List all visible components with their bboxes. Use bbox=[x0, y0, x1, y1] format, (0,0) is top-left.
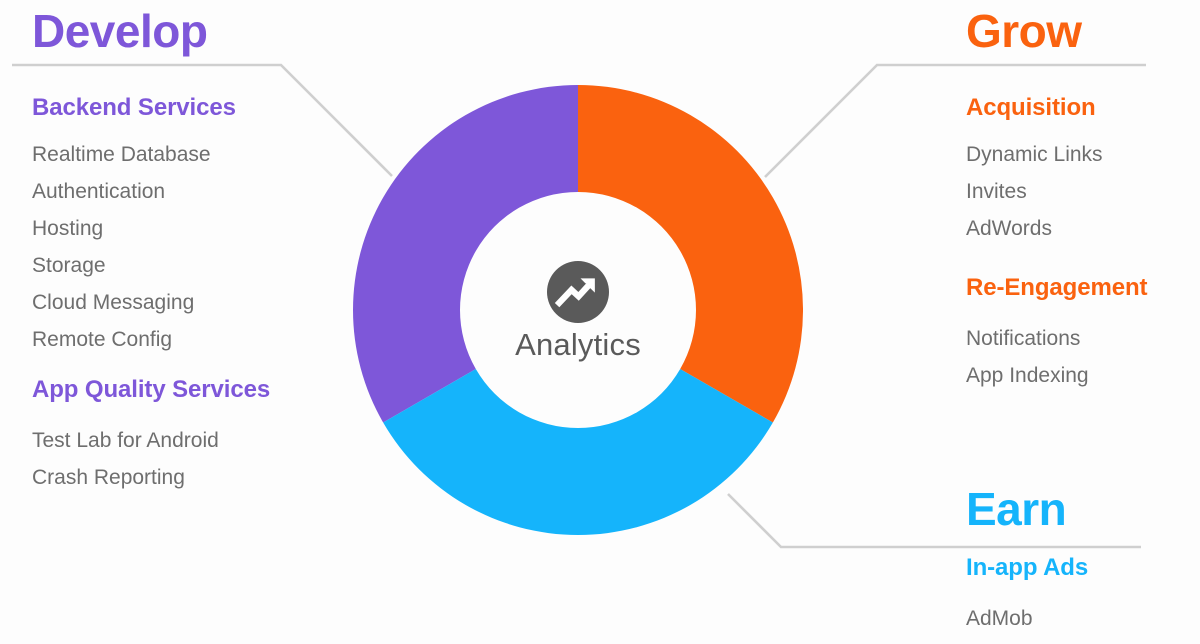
list-item[interactable]: Crash Reporting bbox=[32, 459, 219, 496]
app-quality-services-list: Test Lab for Android Crash Reporting bbox=[32, 422, 219, 496]
list-item[interactable]: Invites bbox=[966, 173, 1103, 210]
list-item[interactable]: Storage bbox=[32, 247, 211, 284]
donut-center-hub: Analytics bbox=[353, 85, 803, 535]
re-engagement-list: Notifications App Indexing bbox=[966, 320, 1089, 394]
analytics-center-label: Analytics bbox=[515, 326, 641, 362]
backend-services-list: Realtime Database Authentication Hosting… bbox=[32, 136, 211, 358]
list-item[interactable]: Realtime Database bbox=[32, 136, 211, 173]
backend-services-heading: Backend Services bbox=[32, 94, 236, 121]
list-item[interactable]: Notifications bbox=[966, 320, 1089, 357]
earn-heading: Earn bbox=[966, 483, 1067, 535]
acquisition-heading: Acquisition bbox=[966, 94, 1096, 121]
acquisition-list: Dynamic Links Invites AdWords bbox=[966, 136, 1103, 247]
re-engagement-heading: Re-Engagement bbox=[966, 274, 1148, 301]
list-item[interactable]: AdMob bbox=[966, 600, 1033, 637]
list-item[interactable]: Authentication bbox=[32, 173, 211, 210]
list-item[interactable]: Cloud Messaging bbox=[32, 284, 211, 321]
app-quality-services-heading: App Quality Services bbox=[32, 376, 271, 403]
grow-heading: Grow bbox=[966, 5, 1082, 57]
list-item[interactable]: AdWords bbox=[966, 210, 1103, 247]
list-item[interactable]: App Indexing bbox=[966, 357, 1089, 394]
in-app-ads-heading: In-app Ads bbox=[966, 554, 1089, 581]
in-app-ads-list: AdMob bbox=[966, 600, 1033, 637]
develop-heading: Develop bbox=[32, 5, 208, 57]
list-item[interactable]: Remote Config bbox=[32, 321, 211, 358]
firebase-platform-diagram: Analytics Develop Backend Services Realt… bbox=[0, 0, 1200, 644]
list-item[interactable]: Test Lab for Android bbox=[32, 422, 219, 459]
list-item[interactable]: Dynamic Links bbox=[966, 136, 1103, 173]
list-item[interactable]: Hosting bbox=[32, 210, 211, 247]
analytics-trending-up-icon bbox=[547, 260, 609, 323]
